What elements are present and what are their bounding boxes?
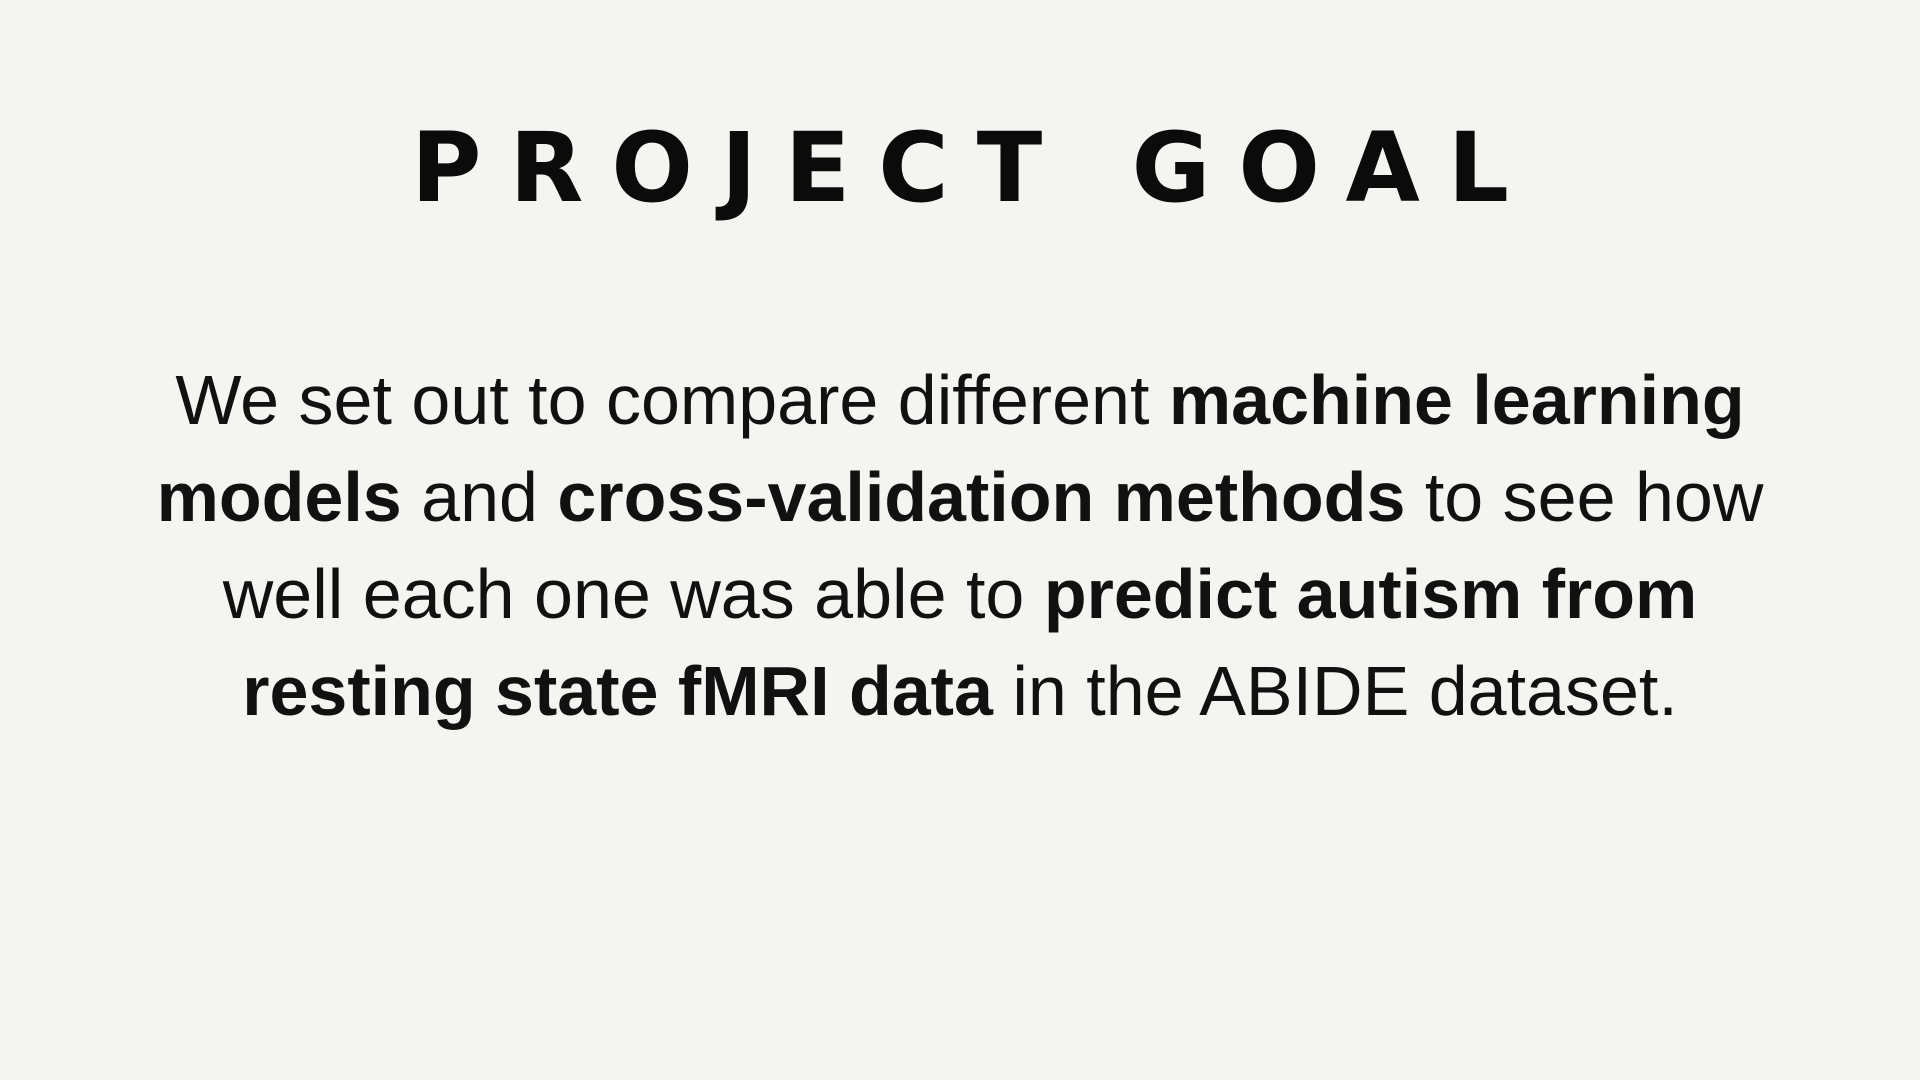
body-emphasis-cv-methods: cross-validation methods	[557, 458, 1406, 536]
slide-title: PROJECT GOAL	[411, 112, 1537, 224]
body-text-segment: and	[401, 458, 558, 536]
body-text-segment: in the ABIDE dataset.	[992, 652, 1678, 730]
slide: PROJECT GOAL We set out to compare diffe…	[0, 0, 1920, 1080]
body-text-segment: We set out to compare different	[175, 361, 1169, 439]
slide-body-text: We set out to compare different machine …	[120, 352, 1800, 740]
